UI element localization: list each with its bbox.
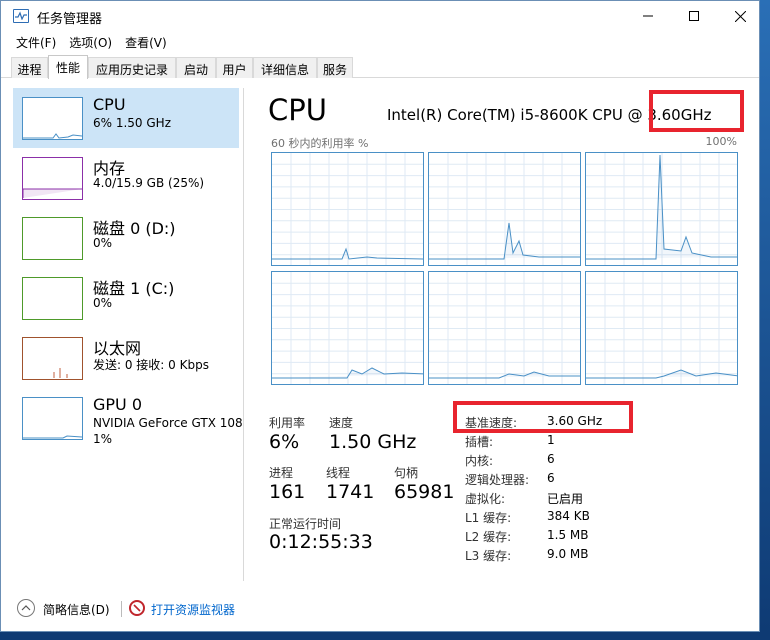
sidebar-item-subtitle: NVIDIA GeForce GTX 108 [93, 416, 243, 430]
detail-value: 6 [547, 452, 555, 466]
footer-separator [121, 601, 122, 617]
menu-bar: 文件(F) 选项(O) 查看(V) [1, 32, 167, 52]
detail-value: 384 KB [547, 509, 590, 523]
detail-label: L3 缓存: [465, 549, 512, 563]
sidebar-item-disk-0[interactable]: 磁盘 0 (D:) 0% [13, 208, 239, 268]
detail-label: 逻辑处理器: [465, 473, 530, 487]
panel-divider[interactable] [243, 88, 244, 581]
sidebar-thumbnail-graph [22, 397, 83, 440]
handles-value: 65981 [394, 481, 455, 503]
detail-label: L1 缓存: [465, 511, 512, 525]
footer-bar: 简略信息(D) 打开资源监视器 [1, 591, 759, 631]
tab-users[interactable]: 用户 [216, 57, 253, 78]
maximize-icon [689, 11, 699, 21]
menu-options[interactable]: 选项(O) [56, 32, 112, 52]
window-title: 任务管理器 [37, 12, 103, 27]
graph-max-label: 100% [705, 135, 737, 148]
tab-strip: 进程 性能 应用历史记录 启动 用户 详细信息 服务 [1, 55, 759, 79]
uptime-label: 正常运行时间 [269, 517, 342, 531]
desktop-background [760, 0, 770, 640]
core-graph [585, 152, 739, 267]
sidebar-item-subtitle: 0% [93, 236, 113, 250]
processes-value: 161 [269, 481, 306, 503]
sidebar-thumbnail-graph [22, 97, 83, 140]
sidebar-thumbnail-graph [22, 277, 83, 320]
sidebar-item-gpu-0[interactable]: GPU 0 NVIDIA GeForce GTX 108 1% [13, 388, 243, 448]
handles-label: 句柄 [394, 466, 419, 480]
tab-processes[interactable]: 进程 [11, 57, 48, 78]
detail-label: L2 缓存: [465, 530, 512, 544]
graph-caption: 60 秒内的利用率 % [271, 137, 369, 150]
utilization-value: 6% [269, 431, 300, 453]
task-manager-app-icon [13, 9, 29, 23]
menu-view[interactable]: 查看(V) [112, 32, 167, 52]
close-button[interactable] [717, 1, 763, 31]
sidebar-item-subtitle: 4.0/15.9 GB (25%) [93, 176, 205, 190]
minimize-button[interactable] [625, 1, 671, 31]
close-icon [734, 10, 746, 22]
sidebar-item-subtitle-2: 1% [93, 432, 113, 446]
cpu-heading: CPU [268, 93, 327, 127]
core-graph [585, 271, 740, 386]
open-resource-monitor-link[interactable]: 打开资源监视器 [151, 601, 235, 618]
threads-value: 1741 [326, 481, 375, 503]
tab-services[interactable]: 服务 [317, 57, 353, 78]
sidebar-item-memory[interactable]: 内存 4.0/15.9 GB (25%) [13, 148, 239, 208]
resource-sidebar: CPU 6% 1.50 GHz 内存 4.0/15.9 GB (25%) 磁盘 0 (D… [13, 88, 243, 588]
detail-value: 6 [547, 471, 555, 485]
tab-performance[interactable]: 性能 [48, 55, 88, 79]
detail-label: 虚拟化: [465, 492, 506, 506]
tab-details[interactable]: 详细信息 [253, 57, 317, 78]
sidebar-item-subtitle: 发送: 0 接收: 0 Kbps [93, 358, 209, 372]
tab-app-history[interactable]: 应用历史记录 [88, 57, 176, 78]
sidebar-item-title: CPU [93, 95, 126, 114]
highlight-box-base-speed [453, 401, 633, 433]
speed-label: 速度 [329, 416, 354, 430]
cpu-core-graphs [271, 152, 740, 387]
detail-label: 内核: [465, 454, 494, 468]
tab-startup[interactable]: 启动 [176, 57, 216, 78]
highlight-box-clock [649, 90, 744, 132]
utilization-label: 利用率 [269, 416, 306, 430]
core-graph [271, 271, 426, 386]
sidebar-item-title: GPU 0 [93, 395, 143, 414]
fewer-details-link[interactable]: 简略信息(D) [43, 601, 110, 618]
sidebar-thumbnail-graph [22, 157, 83, 200]
threads-label: 线程 [326, 466, 351, 480]
core-graph [428, 152, 582, 267]
detail-value: 9.0 MB [547, 547, 589, 561]
core-graph [428, 271, 582, 386]
minimize-icon [643, 15, 653, 17]
task-manager-window: 任务管理器 文件(F) 选项(O) 查看(V) 进程 性能 应用历史记录 启动 … [0, 0, 760, 632]
sidebar-item-disk-1[interactable]: 磁盘 1 (C:) 0% [13, 268, 239, 328]
detail-value: 1 [547, 433, 555, 447]
uptime-value: 0:12:55:33 [269, 531, 373, 553]
title-bar[interactable]: 任务管理器 [1, 1, 759, 31]
collapse-button[interactable] [17, 599, 35, 617]
chevron-up-icon [21, 605, 31, 611]
sidebar-item-subtitle: 6% 1.50 GHz [93, 116, 172, 130]
sidebar-item-cpu[interactable]: CPU 6% 1.50 GHz [13, 88, 239, 148]
maximize-button[interactable] [671, 1, 717, 31]
sidebar-item-ethernet[interactable]: 以太网 发送: 0 接收: 0 Kbps [13, 328, 239, 388]
detail-value: 已启用 [547, 492, 584, 506]
processes-label: 进程 [269, 466, 294, 480]
detail-label: 插槽: [465, 435, 494, 449]
detail-value: 1.5 MB [547, 528, 589, 542]
menu-file[interactable]: 文件(F) [1, 32, 56, 52]
sidebar-thumbnail-graph [22, 337, 83, 380]
sidebar-thumbnail-graph [22, 217, 83, 260]
sidebar-item-subtitle: 0% [93, 296, 113, 310]
core-graph [271, 152, 426, 267]
resource-monitor-icon [129, 600, 145, 616]
speed-value: 1.50 GHz [329, 431, 417, 453]
